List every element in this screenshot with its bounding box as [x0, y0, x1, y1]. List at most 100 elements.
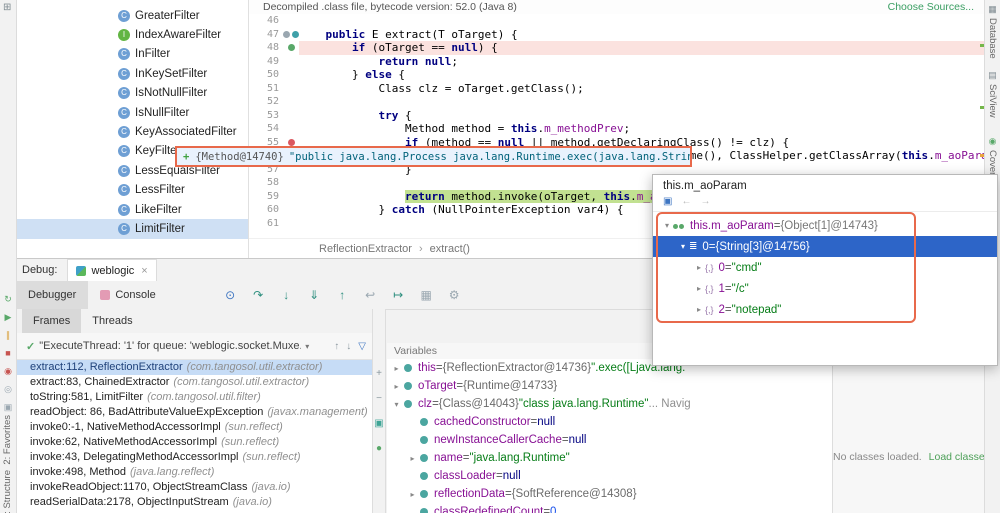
debug-session-tab[interactable]: weblogic ×	[67, 259, 156, 281]
line-number[interactable]: 48	[249, 41, 283, 55]
back-icon[interactable]: ←	[681, 196, 691, 207]
variable-row[interactable]: ▸name = "java.lang.Runtime"	[387, 449, 832, 467]
gutter-icons[interactable]	[283, 95, 299, 109]
chevron-icon[interactable]: ▸	[693, 305, 705, 314]
tab-console[interactable]: Console	[88, 281, 167, 309]
drop-frame-icon[interactable]: ↩	[363, 288, 378, 302]
tree-item[interactable]: IIndexAwareFilter	[16, 25, 248, 44]
stop-icon[interactable]: ■	[5, 348, 10, 358]
line-number[interactable]: 51	[249, 82, 283, 96]
line-number[interactable]: 52	[249, 95, 283, 109]
line-number[interactable]: 50	[249, 68, 283, 82]
close-icon[interactable]: ×	[141, 265, 147, 277]
tree-item[interactable]: CIsNullFilter	[16, 103, 248, 122]
gutter-icons[interactable]	[283, 203, 299, 217]
run-to-cursor-icon[interactable]: ↦	[391, 288, 406, 302]
popup-variable-row[interactable]: ▸{,}0 = "cmd"	[653, 257, 997, 278]
frame-row[interactable]: extract:83, ChainedExtractor(com.tangoso…	[16, 375, 372, 390]
gutter-icons[interactable]	[283, 122, 299, 136]
gutter-icons[interactable]	[283, 55, 299, 69]
chevron-icon[interactable]: ▸	[693, 263, 705, 272]
frame-row[interactable]: invoke:43, DelegatingMethodAccessorImpl(…	[16, 450, 372, 465]
chevron-icon[interactable]: ▸	[391, 382, 402, 391]
line-number[interactable]: 59	[249, 190, 283, 204]
load-classes-link[interactable]: Load classes	[929, 451, 990, 463]
variable-row[interactable]: newInstanceCallerCache = null	[387, 431, 832, 449]
breakpoint-icon[interactable]	[288, 139, 295, 146]
variable-row[interactable]: ▸reflectionData = {SoftReference@14308}	[387, 485, 832, 503]
settings-icon[interactable]: ⚙	[447, 288, 462, 302]
gutter-icons[interactable]	[283, 68, 299, 82]
line-number[interactable]: 61	[249, 217, 283, 231]
chevron-icon[interactable]: ▾	[661, 221, 673, 230]
sciview-tool-tab[interactable]: SciView	[987, 84, 998, 118]
gutter-icons[interactable]	[283, 82, 299, 96]
chevron-icon[interactable]: ▸	[693, 284, 705, 293]
show-types-icon[interactable]: ▣	[663, 196, 672, 207]
chevron-icon[interactable]: ▸	[407, 490, 418, 499]
resume-icon[interactable]: ▶	[5, 312, 12, 322]
filter-frames-icon[interactable]: ▽	[358, 341, 366, 352]
popup-variable-row[interactable]: ▾this.m_aoParam = {Object[1]@14743}	[653, 215, 997, 236]
tree-item[interactable]: CInFilter	[16, 45, 248, 64]
popup-variable-row[interactable]: ▸{,}2 = "notepad"	[653, 299, 997, 320]
breadcrumb-member[interactable]: extract()	[430, 243, 470, 255]
duplicate-icon[interactable]: ▣	[374, 419, 383, 429]
database-tool-tab[interactable]: Database	[987, 18, 998, 59]
view-breakpoints-icon[interactable]: ◉	[4, 366, 12, 376]
step-out-icon[interactable]: ↑	[335, 288, 350, 302]
line-number[interactable]: 47	[249, 28, 283, 42]
variable-row[interactable]: cachedConstructor = null	[387, 413, 832, 431]
structure-tool-tab[interactable]: 2: Structure	[2, 470, 13, 513]
tab-debugger[interactable]: Debugger	[16, 281, 88, 309]
frame-row[interactable]: readObject: 86, BadAttributeValueExpExce…	[16, 405, 372, 420]
frame-row[interactable]: invoke0:-1, NativeMethodAccessorImpl(sun…	[16, 420, 372, 435]
line-number[interactable]: 46	[249, 14, 283, 28]
add-watch-icon[interactable]: +	[376, 369, 382, 379]
tab-frames[interactable]: Frames	[22, 309, 81, 333]
gutter-icons[interactable]	[283, 14, 299, 28]
breakpoint-verified-icon[interactable]	[288, 44, 295, 51]
frame-row[interactable]: readSerialData:2178, ObjectInputStream(j…	[16, 495, 372, 510]
gutter-icons[interactable]	[283, 28, 299, 42]
thread-selector[interactable]: ✓ "ExecuteThread: '1' for queue: 'weblog…	[16, 333, 372, 360]
chevron-icon[interactable]: ▾	[391, 400, 402, 409]
rerun-icon[interactable]: ↻	[4, 294, 12, 304]
chevron-icon[interactable]: ▾	[677, 242, 689, 251]
gutter-icons[interactable]	[283, 176, 299, 190]
tree-item[interactable]: CIsNotNullFilter	[16, 84, 248, 103]
forward-icon[interactable]: →	[700, 196, 710, 207]
tree-item[interactable]: CKeyAssociatedFilter	[16, 122, 248, 141]
line-number[interactable]: 58	[249, 176, 283, 190]
tree-item[interactable]: CLimitFilter	[16, 219, 248, 238]
chevron-down-icon[interactable]: ▾	[305, 342, 309, 351]
frame-row[interactable]: extract:112, ReflectionExtractor(com.tan…	[16, 360, 372, 375]
choose-sources-link[interactable]: Choose Sources...	[888, 0, 974, 14]
move-up-icon[interactable]: ↑	[334, 341, 339, 352]
step-over-icon[interactable]: ↷	[251, 288, 266, 302]
remove-watch-icon[interactable]: −	[376, 394, 382, 404]
gutter-icons[interactable]	[283, 109, 299, 123]
evaluate-expression-icon[interactable]: ▦	[419, 288, 434, 302]
move-down-icon[interactable]: ↓	[346, 341, 351, 352]
gutter-icons[interactable]	[283, 217, 299, 231]
tree-item[interactable]: CGreaterFilter	[16, 6, 248, 25]
popup-variable-row[interactable]: ▸{,}1 = "/c"	[653, 278, 997, 299]
show-execution-point-icon[interactable]: ⊙	[223, 288, 238, 302]
variable-row[interactable]: ▾clz = {Class@14043} "class java.lang.Ru…	[387, 395, 832, 413]
breadcrumb-class[interactable]: ReflectionExtractor	[319, 243, 412, 255]
tree-item[interactable]: CLikeFilter	[16, 200, 248, 219]
variable-row[interactable]: ▸oTarget = {Runtime@14733}	[387, 377, 832, 395]
favorites-tool-tab[interactable]: 2: Favorites	[2, 415, 13, 465]
tree-item[interactable]: CInKeySetFilter	[16, 64, 248, 83]
step-into-icon[interactable]: ↓	[279, 288, 294, 302]
expand-icon[interactable]: +	[183, 151, 189, 163]
frame-row[interactable]: invoke:62, NativeMethodAccessorImpl(sun.…	[16, 435, 372, 450]
snapshot-icon[interactable]: ▣	[4, 402, 13, 412]
chevron-icon[interactable]: ▸	[407, 454, 418, 463]
gutter-icons[interactable]	[283, 190, 299, 204]
line-number[interactable]: 60	[249, 203, 283, 217]
line-number[interactable]: 53	[249, 109, 283, 123]
variable-row[interactable]: classLoader = null	[387, 467, 832, 485]
frame-row[interactable]: invoke:498, Method(java.lang.reflect)	[16, 465, 372, 480]
